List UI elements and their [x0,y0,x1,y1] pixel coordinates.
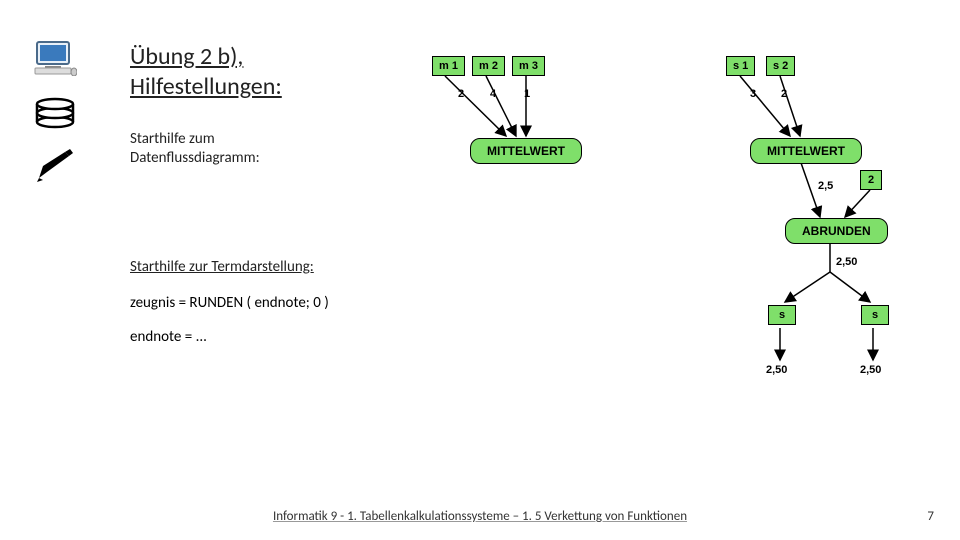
edge-label-3: 3 [750,88,756,100]
term-zeugnis: zeugnis = RUNDEN ( endnote; 0 ) [130,294,430,312]
edge-label-4: 4 [490,88,496,100]
starthilfe-datenfluss: Starthilfe zum Datenflussdiagramm: [130,130,430,168]
edge-label-2-50: 2,50 [836,256,857,268]
node-const-2: 2 [860,170,882,190]
edge-label-2b: 2 [781,88,787,100]
node-s2: s 2 [766,56,795,76]
node-mittelwert-m: MITTELWERT [470,138,582,164]
diagram-arrows [420,50,940,440]
books-icon [33,94,77,130]
term-endnote: endnote = ... [130,328,430,346]
pen-icon [33,148,77,184]
edge-label-2-5: 2,5 [818,180,833,192]
content-area: Übung 2 b), Hilfestellungen: Starthilfe … [130,42,430,362]
node-m3: m 3 [512,56,545,76]
node-s-right: s [861,305,889,325]
starthilfe-term: Starthilfe zur Termdarstellung: [130,258,430,277]
page-number: 7 [927,509,934,524]
out-left: 2,50 [766,364,787,376]
title-line-2: Hilfestellungen: [130,72,282,101]
edge-label-1: 1 [524,88,530,100]
out-right: 2,50 [860,364,881,376]
node-m1: m 1 [432,56,465,76]
dataflow-diagram: m 1 m 2 m 3 s 1 s 2 2 4 1 3 2 MITTELWERT… [420,50,940,440]
sidebar [20,40,90,184]
slide-title: Übung 2 b), Hilfestellungen: [130,42,430,102]
node-s-left: s [768,305,796,325]
title-line-1: Übung 2 b), [130,42,243,71]
node-abrunden: ABRUNDEN [785,218,888,244]
node-m2: m 2 [472,56,505,76]
node-s1: s 1 [726,56,755,76]
edge-label-2: 2 [458,88,464,100]
node-mittelwert-s: MITTELWERT [750,138,862,164]
footer-text: Informatik 9 - 1. Tabellenkalkulationssy… [0,509,960,524]
computer-icon [33,40,77,76]
